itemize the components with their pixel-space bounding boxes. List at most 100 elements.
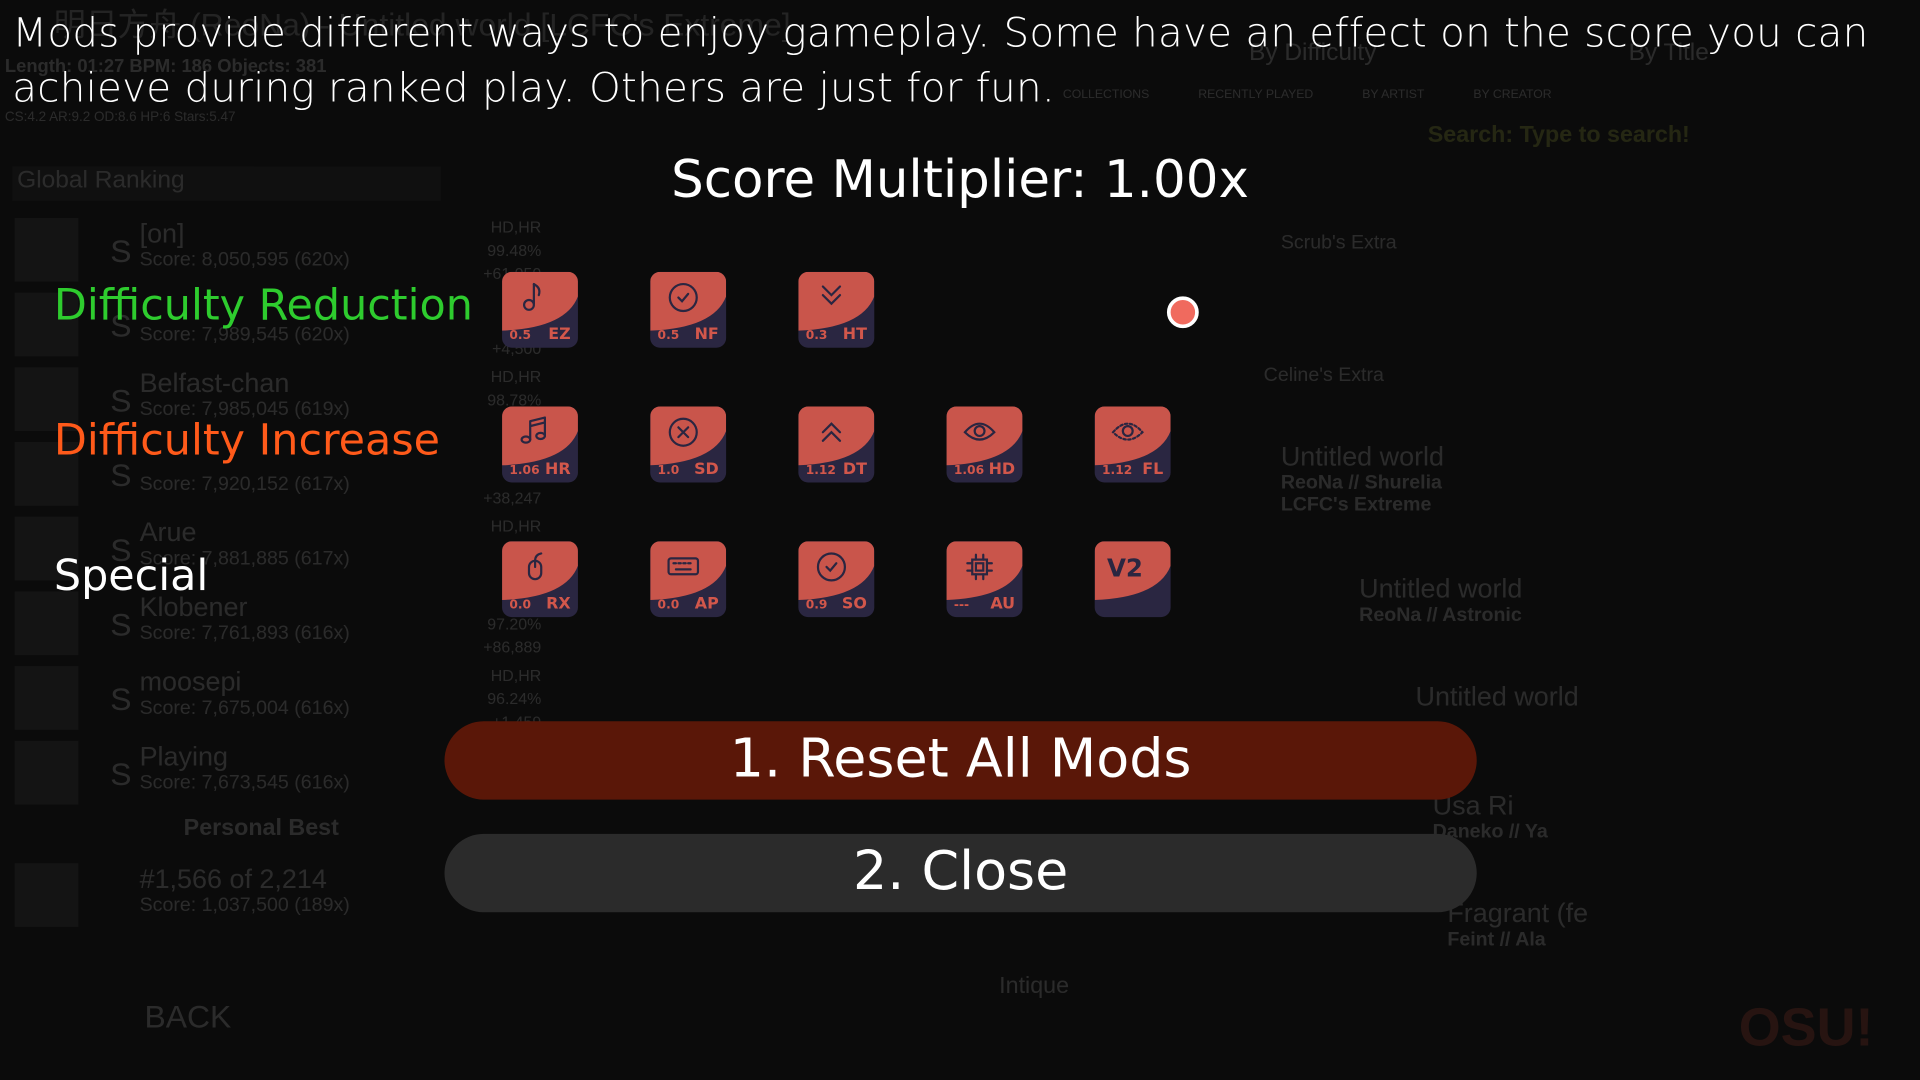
mod-abbreviation: HD [988, 460, 1016, 479]
mods-intro-text: Mods provide different ways to enjoy gam… [12, 8, 1869, 112]
avatar [14, 740, 79, 805]
category-special: Special [53, 552, 209, 602]
mod-multiplier: 0.9 [805, 598, 828, 613]
player-name: Playing [139, 740, 228, 772]
song-title: Untitled world [1359, 573, 1523, 604]
song-item[interactable]: Untitled world ReoNa // Astronic [1359, 573, 1522, 627]
rank-grade: S [110, 232, 132, 270]
mod-multiplier: 0.0 [509, 598, 532, 613]
keyboard-icon [667, 557, 700, 576]
mod-abbreviation: SO [841, 595, 867, 614]
song-item[interactable]: Fragrant (fe Feint // Ala [1447, 898, 1588, 952]
category-difficulty-reduction: Difficulty Reduction [53, 281, 473, 331]
song-diff: LCFC's Extreme [1280, 494, 1432, 516]
score-mods: HD,HR [490, 367, 542, 386]
rank-grade: S [110, 606, 132, 643]
score-mods: HD,HR [490, 666, 542, 685]
pb-rank: #1,566 of 2,214 [139, 863, 327, 894]
mod-multiplier: 1.06 [509, 464, 540, 478]
mod-multiplier: 0.0 [657, 598, 680, 613]
check-circle-icon [668, 282, 698, 313]
eye-icon [963, 422, 996, 441]
mod-v2-button[interactable]: V2 [1094, 541, 1171, 618]
score: Score: 7,761,893 (616x) [139, 623, 350, 645]
mod-abbreviation: HR [545, 460, 571, 479]
mod-multiplier: 0.5 [509, 329, 532, 343]
mod-abbreviation: RX [546, 595, 571, 614]
score-acc: 96.24% [487, 689, 542, 708]
mod-au-button[interactable]: --- AU [946, 541, 1023, 618]
check-circle-icon [816, 552, 847, 582]
song-title: Untitled world [1415, 680, 1579, 712]
mouse-icon [527, 552, 543, 581]
player-name: moosepi [139, 666, 242, 697]
chevrons-up-icon [821, 422, 842, 442]
score: Score: 7,920,152 (617x) [139, 473, 350, 495]
mod-multiplier: --- [953, 598, 970, 613]
player-name: Arue [139, 516, 197, 548]
mod-so-button[interactable]: 0.9 SO [798, 541, 875, 618]
mod-multiplier: 1.12 [805, 464, 836, 478]
song-item[interactable]: Untitled world ReoNa // Shurelia LCFC's Ex… [1281, 441, 1444, 517]
score-diff: +38,247 [483, 488, 542, 507]
chip-icon [966, 553, 993, 581]
leaderboard-row[interactable]: Smoosepi Score: 7,675,004 (616x) HD,HR 96.2… [12, 666, 541, 737]
score-diff: +86,889 [483, 637, 542, 657]
leaderboard-row[interactable]: SKlobenerScore: 7,761,893 (616x)HD97.20%… [12, 591, 541, 662]
music-note-icon [522, 282, 541, 311]
osu-logo[interactable]: OSU! [1739, 998, 1874, 1059]
mod-sd-button[interactable]: 1.0 SD [650, 406, 727, 483]
song-title: Untitled world [1280, 440, 1445, 472]
mod-multiplier: 1.06 [953, 464, 985, 478]
score-multiplier: Score Multiplier: 1.00x [671, 149, 1249, 210]
player-name: [on] [139, 217, 185, 249]
category-difficulty-increase: Difficulty Increase [53, 416, 441, 466]
mod-multiplier: 0.5 [657, 329, 680, 343]
player-name: Intique [999, 973, 1070, 1000]
avatar [14, 666, 79, 730]
reset-all-mods-button[interactable]: 1. Reset All Mods [444, 721, 1477, 800]
song-item[interactable]: Scrub's Extra [1281, 233, 1397, 255]
leaderboard-row[interactable]: S[on]Score: 8,050,595 (620x)HD,HR99.48%+… [12, 217, 541, 289]
mod-abbreviation: SD [694, 460, 719, 479]
eye-dotted-icon [1111, 422, 1144, 441]
personal-best-label: Personal Best [183, 815, 339, 842]
mod-abbreviation: DT [842, 460, 867, 479]
back-button[interactable]: BACK [144, 998, 231, 1036]
score: Score: 8,050,595 (620x) [139, 249, 350, 271]
mod-dt-button[interactable]: 1.12 DT [798, 406, 875, 483]
mod-select-screen: 明日方舟 (ReoNa) - Untitled world [LCFC's Ex… [0, 0, 1920, 1080]
pb-score: Score: 1,037,500 (189x) [139, 895, 350, 916]
score-mods: HD,HR [490, 516, 542, 536]
song-title: Fragrant (fe [1447, 897, 1589, 929]
rank-grade: S [110, 755, 132, 793]
rank-grade: S [110, 680, 132, 718]
mod-abbreviation: AP [694, 595, 719, 614]
song-artist: ReoNa // Astronic [1359, 604, 1522, 626]
mod-abbreviation: NF [694, 325, 719, 345]
mod-ez-button[interactable]: 0.5 EZ [502, 271, 578, 348]
mod-abbreviation: AU [990, 595, 1016, 614]
v2-text: V2 [1106, 553, 1143, 583]
song-item[interactable]: Celine's Extra [1264, 365, 1384, 387]
avatar [14, 217, 79, 282]
mod-hd-button[interactable]: 1.06 HD [946, 406, 1023, 483]
mod-fl-button[interactable]: 1.12 FL [1094, 406, 1171, 483]
mod-nf-button[interactable]: 0.5 NF [650, 271, 727, 348]
score: Score: 7,675,004 (616x) [139, 697, 350, 719]
x-circle-icon [668, 417, 698, 447]
cursor [1166, 296, 1199, 329]
mod-abbreviation: HT [842, 325, 867, 345]
personal-best-row[interactable]: #1,566 of 2,214 Score: 1,037,500 (189x) [12, 863, 477, 934]
song-title: Scrub's Extra [1280, 232, 1397, 254]
song-item[interactable]: Untitled world [1416, 681, 1579, 713]
search-box[interactable]: Search: Type to search! [1428, 122, 1690, 149]
mod-rx-button[interactable]: 0.0 RX [502, 541, 578, 618]
close-button[interactable]: 2. Close [444, 833, 1477, 913]
mod-hr-button[interactable]: 1.06 HR [502, 406, 578, 483]
mod-abbreviation: FL [1142, 460, 1164, 479]
mod-ap-button[interactable]: 0.0 AP [650, 541, 727, 618]
player-name: Belfast-chan [139, 367, 290, 398]
mod-ht-button[interactable]: 0.3 HT [798, 271, 875, 348]
leaderboard-row[interactable]: S Playing Score: 7,673,545 (616x) [12, 740, 477, 812]
